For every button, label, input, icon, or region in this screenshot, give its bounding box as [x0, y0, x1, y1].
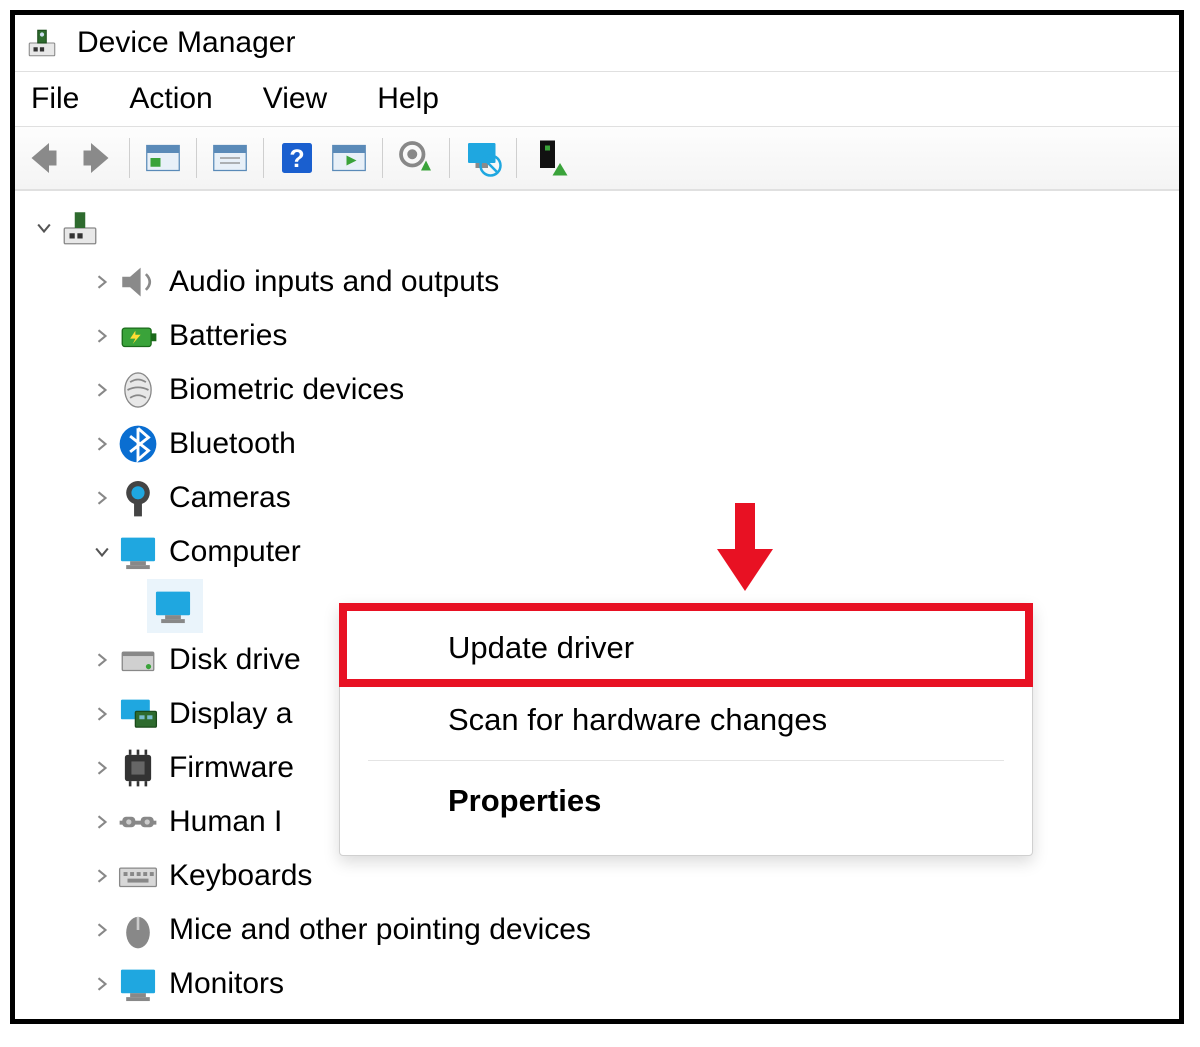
- forward-button[interactable]: [73, 135, 119, 181]
- chip-icon: [117, 747, 159, 789]
- tree-label: Human I: [169, 804, 282, 840]
- toolbar-separator: [449, 138, 450, 178]
- uninstall-button[interactable]: [460, 135, 506, 181]
- tree-label: Firmware: [169, 750, 294, 786]
- computer-root-icon: [59, 207, 101, 249]
- tree-label: Keyboards: [169, 858, 312, 894]
- tree-label: Computer: [169, 534, 301, 570]
- menu-help[interactable]: Help: [369, 80, 447, 118]
- menu-action[interactable]: Action: [121, 80, 220, 118]
- tree-label: Batteries: [169, 318, 287, 354]
- expander-icon[interactable]: [91, 433, 113, 455]
- expander-icon[interactable]: [33, 217, 55, 239]
- tree-label: Audio inputs and outputs: [169, 264, 499, 300]
- window-title: Device Manager: [77, 26, 295, 60]
- context-properties[interactable]: Properties: [340, 765, 1032, 837]
- tree-category-cameras[interactable]: Cameras: [77, 471, 1175, 525]
- tree-category-mice[interactable]: Mice and other pointing devices: [77, 903, 1175, 957]
- back-button[interactable]: [21, 135, 67, 181]
- disk-icon: [117, 639, 159, 681]
- tree-category-audio[interactable]: Audio inputs and outputs: [77, 255, 1175, 309]
- keyboard-icon: [117, 855, 159, 897]
- monitor-icon: [152, 585, 194, 627]
- update-driver-button[interactable]: [393, 135, 439, 181]
- bluetooth-icon: [117, 423, 159, 465]
- toolbar-separator: [196, 138, 197, 178]
- toolbar-separator: [263, 138, 264, 178]
- tree-label: Mice and other pointing devices: [169, 912, 591, 948]
- tree-label: Display a: [169, 696, 292, 732]
- add-legacy-button[interactable]: [527, 135, 573, 181]
- toolbar-separator: [516, 138, 517, 178]
- tree-category-keyboards[interactable]: Keyboards: [77, 849, 1175, 903]
- toolbar: ?: [15, 127, 1179, 191]
- expander-icon[interactable]: [91, 487, 113, 509]
- tree-label: Cameras: [169, 480, 291, 516]
- menubar: File Action View Help: [15, 71, 1179, 127]
- tree-category-bluetooth[interactable]: Bluetooth: [77, 417, 1175, 471]
- toolbar-separator: [382, 138, 383, 178]
- device-manager-window: Device Manager File Action View Help ?: [10, 10, 1184, 1024]
- titlebar: Device Manager: [15, 15, 1179, 71]
- tree-label: Monitors: [169, 966, 284, 1002]
- expander-icon[interactable]: [91, 325, 113, 347]
- context-menu: Update driver Scan for hardware changes …: [339, 603, 1033, 856]
- expander-icon[interactable]: [91, 919, 113, 941]
- hid-icon: [117, 801, 159, 843]
- expander-icon[interactable]: [91, 703, 113, 725]
- monitor-icon: [117, 531, 159, 573]
- monitor-icon: [117, 963, 159, 1005]
- expander-icon[interactable]: [91, 379, 113, 401]
- expander-icon[interactable]: [91, 973, 113, 995]
- battery-icon: [117, 315, 159, 357]
- display-adapter-icon: [117, 693, 159, 735]
- tree-category-monitors[interactable]: Monitors: [77, 957, 1175, 1011]
- context-scan-hardware[interactable]: Scan for hardware changes: [340, 684, 1032, 756]
- expander-icon[interactable]: [91, 811, 113, 833]
- tree-category-computer[interactable]: Computer: [77, 525, 1175, 579]
- camera-icon: [117, 477, 159, 519]
- scan-button[interactable]: [326, 135, 372, 181]
- expander-icon[interactable]: [91, 649, 113, 671]
- menu-file[interactable]: File: [23, 80, 87, 118]
- tree-category-batteries[interactable]: Batteries: [77, 309, 1175, 363]
- svg-text:?: ?: [289, 145, 304, 173]
- speaker-icon: [117, 261, 159, 303]
- toolbar-separator: [129, 138, 130, 178]
- menu-view[interactable]: View: [255, 80, 335, 118]
- expander-icon[interactable]: [91, 271, 113, 293]
- tree-label: Disk drive: [169, 642, 301, 678]
- help-button[interactable]: ?: [274, 135, 320, 181]
- context-separator: [368, 760, 1004, 761]
- context-update-driver[interactable]: Update driver: [340, 612, 1032, 684]
- expander-icon[interactable]: [91, 757, 113, 779]
- properties-button[interactable]: [207, 135, 253, 181]
- tree-label: Bluetooth: [169, 426, 296, 462]
- expander-icon[interactable]: [91, 541, 113, 563]
- fingerprint-icon: [117, 369, 159, 411]
- expander-icon[interactable]: [91, 865, 113, 887]
- tree-category-biometric[interactable]: Biometric devices: [77, 363, 1175, 417]
- mouse-icon: [117, 909, 159, 951]
- device-manager-icon: [25, 26, 59, 60]
- show-hidden-button[interactable]: [140, 135, 186, 181]
- tree-label: Biometric devices: [169, 372, 404, 408]
- tree-item-computer-child[interactable]: [147, 579, 203, 633]
- tree-root[interactable]: [19, 201, 1175, 255]
